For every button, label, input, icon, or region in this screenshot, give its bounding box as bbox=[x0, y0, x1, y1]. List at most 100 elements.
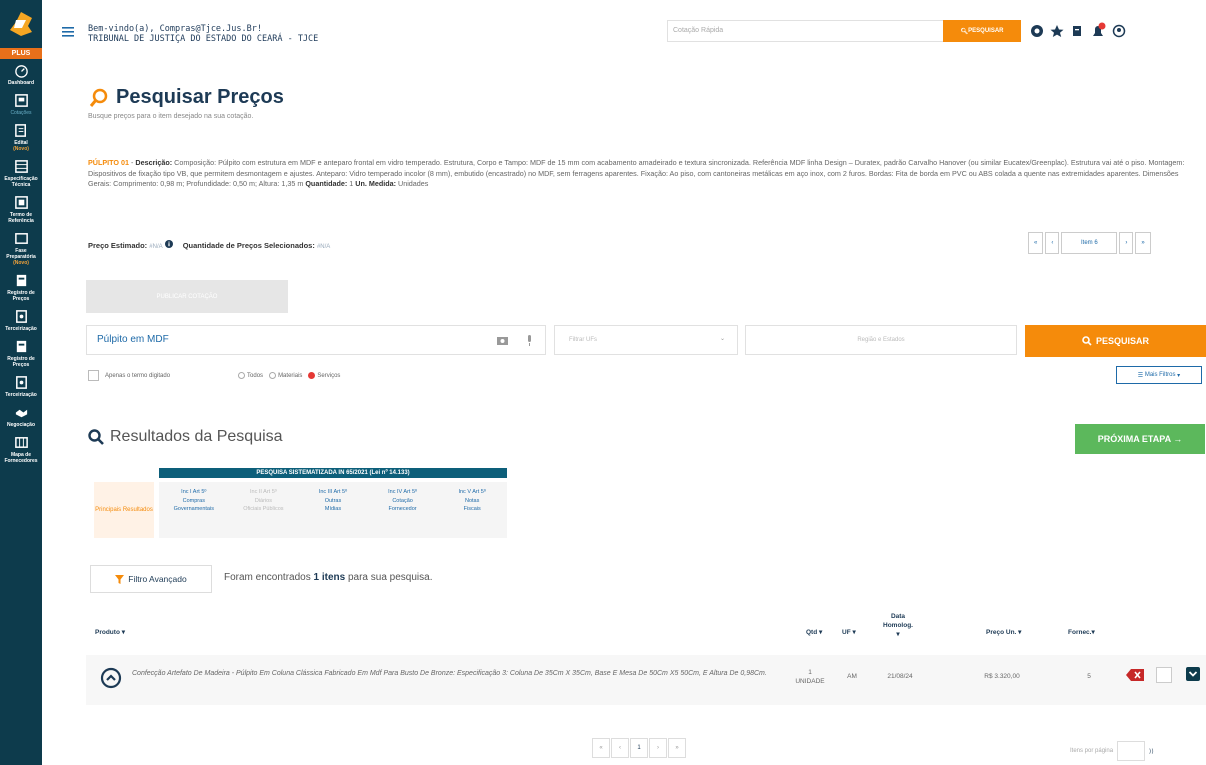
radio-materials[interactable]: Materiais bbox=[269, 371, 302, 379]
prev-item-button[interactable]: ‹ bbox=[1045, 232, 1060, 254]
prev-page-button[interactable]: ‹ bbox=[611, 738, 629, 758]
negotiation-icon bbox=[15, 409, 27, 418]
app-logo[interactable] bbox=[0, 0, 42, 48]
sidebar-item-price-registry-2[interactable]: Registro de Preços bbox=[0, 335, 42, 371]
last-page-button[interactable]: » bbox=[668, 738, 686, 758]
camera-icon[interactable] bbox=[497, 335, 508, 345]
radio-all[interactable]: Todos bbox=[238, 371, 263, 379]
document-icon[interactable] bbox=[1070, 24, 1084, 38]
region-select[interactable]: Região e Estados bbox=[745, 325, 1017, 355]
header-uf[interactable]: UF ▾ bbox=[842, 628, 856, 637]
first-page-button[interactable]: « bbox=[592, 738, 610, 758]
topbar-icons bbox=[1030, 22, 1126, 40]
edital-icon bbox=[14, 124, 26, 137]
sidebar-item-outsourcing[interactable]: Terceirização bbox=[0, 305, 42, 335]
search-icon: 🔍︎ bbox=[960, 28, 969, 35]
bell-icon[interactable] bbox=[1090, 22, 1106, 40]
next-step-button[interactable]: PRÓXIMA ETAPA → bbox=[1075, 424, 1205, 454]
sidebar-item-preparatory-phase[interactable]: Fase Preparatória (Novo) bbox=[0, 227, 42, 269]
first-item-button[interactable]: « bbox=[1028, 232, 1044, 254]
source-tab-inc-iii[interactable]: Inc III Art 5º Outras Mídias bbox=[298, 482, 368, 538]
results-title: Resultados da Pesquisa bbox=[110, 428, 283, 445]
search-icon bbox=[88, 429, 104, 445]
product-description[interactable]: Confecção Artefato De Madeira - Púlpito … bbox=[132, 669, 772, 678]
top-search-button[interactable]: 🔍︎ PESQUISAR bbox=[943, 20, 1021, 42]
results-title-block: Resultados da Pesquisa bbox=[88, 428, 283, 446]
publish-quote-button[interactable]: PUBLICAR COTAÇÃO bbox=[86, 280, 288, 313]
reference-term-icon bbox=[14, 196, 28, 209]
info-icon[interactable] bbox=[164, 240, 173, 248]
results-count: Foram encontrados 1 itens para sua pesqu… bbox=[224, 572, 433, 583]
search-icon bbox=[1082, 336, 1092, 346]
date-cell: 21/08/24 bbox=[887, 673, 913, 680]
globe-icon[interactable] bbox=[1030, 24, 1044, 38]
results-pager: « ‹ 1 › » bbox=[592, 738, 686, 758]
quick-quote-input[interactable]: Cotação Rápida bbox=[667, 20, 979, 42]
next-item-button[interactable]: › bbox=[1119, 232, 1134, 254]
caret-down-icon: ▾ bbox=[1175, 372, 1181, 379]
sidebar-item-quotes[interactable]: Cotações bbox=[0, 89, 42, 119]
supplier-map-icon bbox=[14, 437, 28, 448]
plus-badge: PLUS bbox=[0, 48, 42, 59]
welcome-text: Bem-vindo(a), Compras@Tjce.Jus.Br! TRIBU… bbox=[88, 24, 319, 44]
item-code: PÚLPITO 01 bbox=[88, 158, 130, 167]
dashboard-icon bbox=[14, 65, 28, 78]
search-button[interactable]: PESQUISAR bbox=[1025, 325, 1206, 357]
chevron-down-icon: ⌄ bbox=[719, 336, 725, 342]
header-price[interactable]: Preço Un. ▾ bbox=[986, 628, 1021, 637]
header-date[interactable]: Data Homolog. ▾ bbox=[876, 612, 920, 639]
sidebar-item-dashboard[interactable]: Dashboard bbox=[0, 59, 42, 89]
magnifier-icon bbox=[89, 88, 108, 107]
systematized-search-panel: PESQUISA SISTEMATIZADA IN 65/2021 (Lei n… bbox=[94, 468, 512, 538]
advanced-filter-button[interactable]: Filtro Avançado bbox=[90, 565, 212, 593]
price-cell: R$ 3.320,00 bbox=[984, 673, 1020, 680]
logo-icon bbox=[10, 12, 32, 36]
user-icon[interactable] bbox=[1112, 24, 1126, 38]
expand-icon[interactable] bbox=[1186, 667, 1200, 681]
funnel-icon bbox=[115, 574, 125, 584]
header-qty[interactable]: Qtd ▾ bbox=[806, 628, 822, 637]
sidebar-item-price-registry[interactable]: Registro de Preços bbox=[0, 269, 42, 305]
source-tab-inc-i[interactable]: Inc I Art 5º Compras Governamentais bbox=[159, 482, 229, 538]
source-tab-inc-v[interactable]: Inc V Art 5º Notas Fiscais bbox=[437, 482, 507, 538]
sidebar-item-edital[interactable]: Edital (Novo) bbox=[0, 119, 42, 155]
quotes-icon bbox=[14, 94, 28, 107]
systematized-header: PESQUISA SISTEMATIZADA IN 65/2021 (Lei n… bbox=[159, 468, 507, 478]
preparatory-phase-icon bbox=[14, 233, 28, 244]
header-suppliers[interactable]: Fornec.▾ bbox=[1068, 628, 1095, 637]
select-row-checkbox[interactable] bbox=[1156, 667, 1172, 683]
per-page-select[interactable] bbox=[1117, 741, 1146, 761]
main-results-tab[interactable]: Principais Resultados bbox=[94, 482, 154, 538]
chevron-right-icon[interactable]: ⟩⟩ bbox=[1149, 748, 1154, 755]
page-title-block: Pesquisar Preços bbox=[88, 86, 284, 109]
next-page-button[interactable]: › bbox=[649, 738, 667, 758]
sidebar-item-negotiation[interactable]: Negociação bbox=[0, 401, 42, 431]
product-search-input[interactable]: Púlpito em MDF bbox=[86, 325, 546, 355]
sidebar-item-outsourcing-2[interactable]: Terceirização bbox=[0, 371, 42, 401]
uf-select[interactable]: Filtrar UFs ⌄ bbox=[554, 325, 738, 355]
more-filters-button[interactable]: ☰ Mais Filtros ▾ bbox=[1116, 366, 1202, 384]
star-icon[interactable] bbox=[1050, 24, 1064, 38]
microphone-icon[interactable] bbox=[526, 335, 533, 346]
radio-services[interactable]: Serviços bbox=[308, 371, 340, 379]
outsourcing-icon bbox=[15, 310, 27, 323]
sidebar-item-spec[interactable]: Especificação Técnica bbox=[0, 155, 42, 191]
item-pager: « ‹ Item 6 › » bbox=[1028, 232, 1151, 254]
source-tab-inc-ii[interactable]: Inc II Art 5º Diários Oficiais Públicos bbox=[229, 482, 299, 538]
price-registry-icon-2 bbox=[16, 340, 26, 353]
header-product[interactable]: Produto ▾ bbox=[95, 628, 125, 637]
last-item-button[interactable]: » bbox=[1135, 232, 1151, 254]
menu-icon[interactable] bbox=[62, 26, 74, 40]
item-description: PÚLPITO 01 - Descrição: Composição: Púlp… bbox=[88, 158, 1185, 188]
search-options: Apenas o termo digitado Todos Materiais … bbox=[88, 370, 340, 381]
suppliers-cell: 5 bbox=[1087, 673, 1091, 680]
filter-list-icon: ☰ bbox=[1137, 372, 1145, 379]
source-tab-inc-iv[interactable]: Inc IV Art 5º Cotação Fornecedor bbox=[368, 482, 438, 538]
page-1-button[interactable]: 1 bbox=[630, 738, 648, 758]
per-page-control: Itens por página ⟩⟩ bbox=[1070, 741, 1154, 761]
sidebar-item-reference-term[interactable]: Termo de Referência bbox=[0, 191, 42, 227]
sidebar-item-supplier-map[interactable]: Mapa de Fornecedores bbox=[0, 431, 42, 467]
only-term-checkbox[interactable] bbox=[88, 370, 99, 381]
current-item-select[interactable]: Item 6 bbox=[1061, 232, 1118, 254]
remove-tag-icon[interactable] bbox=[1126, 669, 1144, 681]
